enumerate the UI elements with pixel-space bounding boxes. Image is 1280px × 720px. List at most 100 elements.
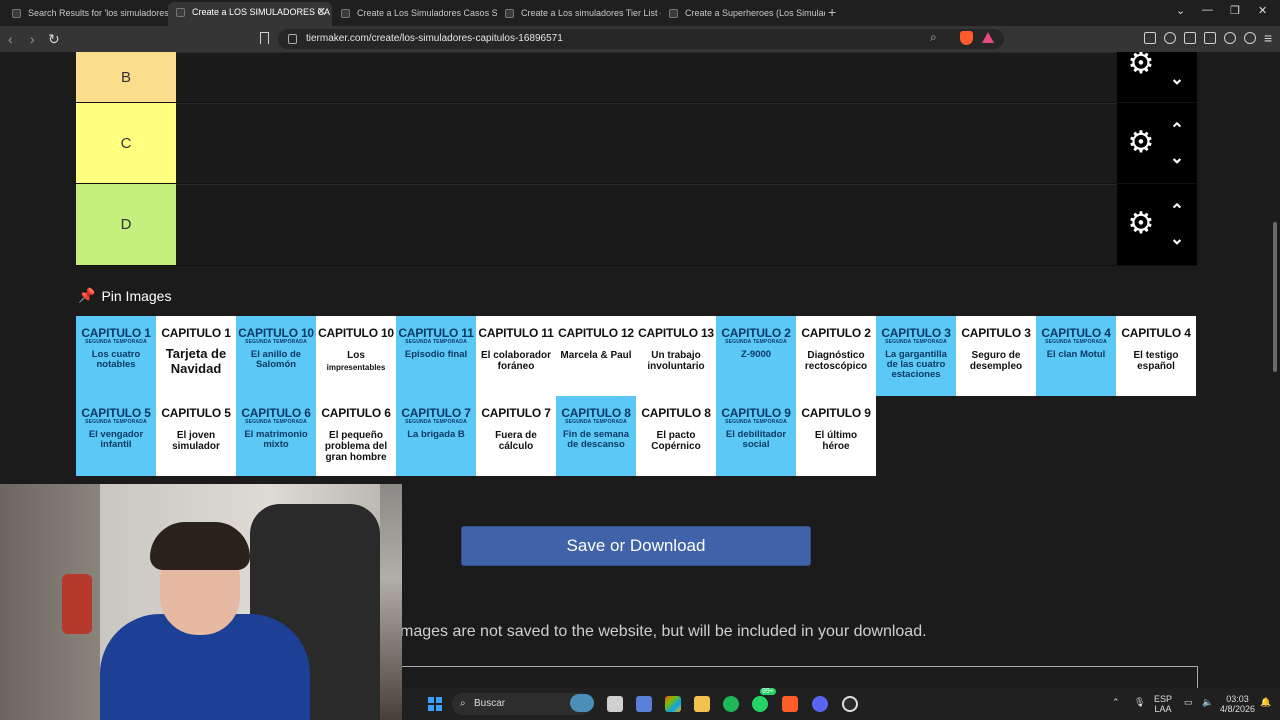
copilot-icon[interactable] (665, 696, 681, 712)
card-episode-number: CAPITULO 3 (881, 326, 951, 340)
episode-card[interactable]: CAPITULO 7 Fuera de cálculo (476, 396, 556, 476)
episode-card[interactable]: CAPITULO 13 Un trabajo involuntario (636, 316, 716, 396)
card-episode-number: CAPITULO 3 (961, 326, 1031, 340)
card-episode-title: Tarjeta de Navidad (165, 346, 227, 376)
site-info-icon[interactable] (288, 34, 297, 44)
discord-icon[interactable] (812, 696, 828, 712)
notification-bell-icon[interactable]: 🔔 (1260, 697, 1271, 707)
settings-gear-icon[interactable]: ⚙ (1127, 52, 1155, 79)
episode-card[interactable]: CAPITULO 8 SEGUNDA TEMPORADA Fin de semana… (556, 396, 636, 476)
card-episode-number: CAPITULO 13 (638, 326, 714, 340)
tier-label[interactable]: B (76, 52, 176, 102)
volume-icon[interactable]: 🔈 (1202, 697, 1213, 707)
episode-card[interactable]: CAPITULO 2 Diagnóstico rectoscópico (796, 316, 876, 396)
card-episode-title: La brigada B (407, 429, 465, 440)
episode-card[interactable]: CAPITULO 11 SEGUNDA TEMPORADA Episodio fin… (396, 316, 476, 396)
sidebar-icon[interactable] (1184, 32, 1196, 44)
episode-card[interactable]: CAPITULO 10 Los impresentables (316, 316, 396, 396)
browser-tab[interactable]: Create a Los Simuladores Casos Secu (333, 3, 497, 23)
tiermaker-favicon-icon (505, 9, 514, 18)
forward-arrow-icon[interactable]: › (30, 31, 35, 47)
card-episode-number: CAPITULO 11 (478, 326, 554, 340)
zoom-icon[interactable]: ⌕ (930, 30, 937, 45)
tier-drop-zone[interactable] (176, 103, 1117, 183)
url-field[interactable]: tiermaker.com/create/los-simuladores-cap… (278, 29, 1004, 49)
file-explorer-icon[interactable] (694, 696, 710, 712)
browser-tab[interactable]: Search Results for 'los simuladores' (4, 3, 168, 23)
brave-browser-icon[interactable] (782, 696, 798, 712)
card-season-label: SEGUNDA TEMPORADA (245, 419, 307, 425)
move-down-chevron-icon[interactable]: ⌄ (1167, 149, 1187, 166)
episode-card[interactable]: CAPITULO 2 SEGUNDA TEMPORADA Z-9000 (716, 316, 796, 396)
episode-card[interactable]: CAPITULO 9 El último héroe (796, 396, 876, 476)
save-or-download-button[interactable]: Save or Download (461, 526, 811, 566)
settings-gear-icon[interactable]: ⚙ (1127, 209, 1155, 239)
tier-label[interactable]: D (76, 184, 176, 265)
brave-rewards-icon[interactable] (982, 32, 994, 43)
extensions-icon[interactable] (1144, 32, 1156, 44)
task-view-icon[interactable] (607, 696, 623, 712)
close-tab-icon[interactable]: ✕ (317, 2, 326, 22)
brave-shields-icon[interactable] (960, 31, 973, 45)
pin-images-toggle[interactable]: 📌 Pin Images (78, 287, 171, 304)
card-episode-title: El último héroe (814, 430, 858, 452)
whatsapp-icon[interactable]: 99+ (752, 688, 776, 712)
tier-drop-zone[interactable] (176, 52, 1117, 102)
settings-gear-icon[interactable]: ⚙ (1127, 128, 1155, 158)
episode-card[interactable]: CAPITULO 10 SEGUNDA TEMPORADA El anillo de… (236, 316, 316, 396)
clock[interactable]: 03:03 4/8/2026 (1220, 694, 1255, 714)
episode-card[interactable]: CAPITULO 12 Marcela & Paul (556, 316, 636, 396)
spotify-icon[interactable] (723, 696, 739, 712)
app-icon[interactable] (636, 696, 652, 712)
media-icon[interactable] (1164, 32, 1176, 44)
page-scrollbar[interactable] (1270, 52, 1280, 720)
minimize-icon[interactable]: — (1202, 4, 1213, 16)
menu-icon[interactable]: ≡ (1264, 30, 1272, 46)
vpn-shield-icon[interactable] (1244, 32, 1256, 44)
back-arrow-icon[interactable]: ‹ (8, 31, 13, 47)
tab-list-chevron-icon[interactable]: ⌄ (1176, 4, 1185, 17)
move-up-chevron-icon[interactable]: ⌃ (1167, 202, 1187, 219)
episode-card[interactable]: CAPITULO 5 El joven simulador (156, 396, 236, 476)
episode-card[interactable]: CAPITULO 7 SEGUNDA TEMPORADA La brigada B (396, 396, 476, 476)
episode-card[interactable]: CAPITULO 6 El pequeño problema del gran h… (316, 396, 396, 476)
tray-overflow-chevron-icon[interactable]: ⌃ (1112, 697, 1120, 707)
episode-card[interactable]: CAPITULO 5 SEGUNDA TEMPORADA El vengador i… (76, 396, 156, 476)
browser-tab[interactable]: Create a Superheroes (Los Simulado (661, 3, 825, 23)
episode-card[interactable]: CAPITULO 3 SEGUNDA TEMPORADA La gargantill… (876, 316, 956, 396)
browser-tab[interactable]: Create a Los simuladores Tier List - T (497, 3, 661, 23)
move-down-chevron-icon[interactable]: ⌄ (1167, 230, 1187, 247)
move-down-chevron-icon[interactable]: ⌄ (1167, 70, 1187, 87)
close-window-icon[interactable]: ✕ (1258, 4, 1267, 17)
network-icon[interactable]: ▭ (1184, 697, 1193, 707)
language-indicator[interactable]: ESP LAA (1154, 694, 1172, 714)
tab-label: Search Results for 'los simuladores' (28, 8, 168, 18)
episode-card[interactable]: CAPITULO 1 SEGUNDA TEMPORADA Los cuatro no… (76, 316, 156, 396)
microphone-icon[interactable]: 🎙 (1134, 697, 1145, 707)
widgets-icon[interactable] (570, 694, 594, 712)
new-tab-icon[interactable]: + (828, 3, 836, 21)
obs-icon[interactable] (842, 696, 858, 712)
reload-icon[interactable]: ↻ (48, 31, 60, 47)
wallet-icon[interactable] (1204, 32, 1216, 44)
leo-ai-icon[interactable] (1224, 32, 1236, 44)
windows-start-icon[interactable] (428, 697, 442, 711)
move-up-chevron-icon[interactable]: ⌃ (1167, 121, 1187, 138)
search-icon: ⌕ (460, 698, 466, 709)
episode-card[interactable]: CAPITULO 4 El testigo español (1116, 316, 1196, 396)
episode-card[interactable]: CAPITULO 1 Tarjeta de Navidad (156, 316, 236, 396)
episode-card[interactable]: CAPITULO 3 Seguro de desempleo (956, 316, 1036, 396)
tier-drop-zone[interactable] (176, 184, 1117, 265)
card-episode-number: CAPITULO 6 (241, 406, 311, 420)
browser-tab-active[interactable]: Create a LOS SIMULADORES CA ✕ (168, 2, 332, 26)
card-episode-title: El pacto Copérnico (651, 430, 701, 452)
episode-card[interactable]: CAPITULO 11 El colaborador foráneo (476, 316, 556, 396)
maximize-icon[interactable]: ❐ (1230, 4, 1240, 17)
episode-card[interactable]: CAPITULO 4 SEGUNDA TEMPORADA El clan Motul (1036, 316, 1116, 396)
bookmark-icon[interactable] (260, 32, 269, 44)
episode-card[interactable]: CAPITULO 9 SEGUNDA TEMPORADA El debilitado… (716, 396, 796, 476)
episode-card[interactable]: CAPITULO 8 El pacto Copérnico (636, 396, 716, 476)
episode-card[interactable]: CAPITULO 6 SEGUNDA TEMPORADA El matrimonio… (236, 396, 316, 476)
tier-label[interactable]: C (76, 103, 176, 183)
scrollbar-thumb[interactable] (1273, 222, 1277, 372)
